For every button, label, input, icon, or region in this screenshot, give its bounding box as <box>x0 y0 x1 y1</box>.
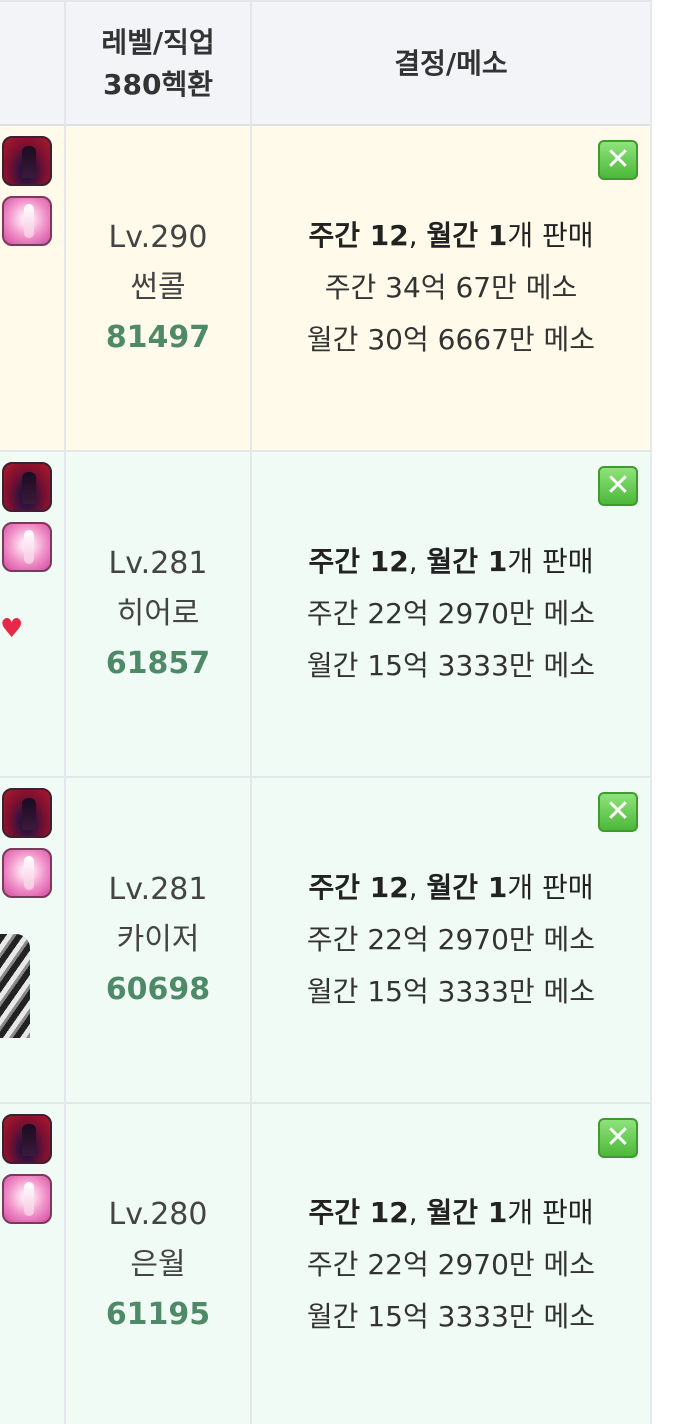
header-crystal-meso: 결정/메소 <box>252 2 650 126</box>
header-level-job: 레벨/직업 380헥환 <box>66 2 250 126</box>
crystal-meso-cell: 주간 12, 월간 1개 판매 주간 34억 67만 메소 월간 30억 666… <box>252 126 650 450</box>
job-text: 썬콜 <box>130 270 186 305</box>
level-job-cell: Lv.281 히어로 61857 <box>66 452 250 776</box>
monthly-meso-text: 월간 15억 3333만 메소 <box>306 975 596 1008</box>
monthly-meso-text: 월간 30억 6667만 메소 <box>306 323 596 356</box>
dark-cape-icon <box>2 136 52 186</box>
pink-weapon-icon <box>2 1174 52 1224</box>
weekly-meso-text: 주간 34억 67만 메소 <box>324 271 578 304</box>
crystal-meso-cell: 주간 12, 월간 1개 판매 주간 22억 2970만 메소 월간 15억 3… <box>252 1104 650 1426</box>
job-text: 카이저 <box>116 922 200 957</box>
column-divider <box>250 0 252 1424</box>
table-header: 레벨/직업 380헥환 결정/메소 <box>0 0 650 126</box>
sale-count-line: 주간 12, 월간 1개 판매 <box>308 1196 594 1229</box>
weekly-meso-text: 주간 22억 2970만 메소 <box>306 923 596 956</box>
table-row: Lv.290 썬콜 81497 ✕ 주간 12, 월간 1개 판매 주간 34억… <box>0 126 650 452</box>
sale-count-line: 주간 12, 월간 1개 판매 <box>308 871 594 904</box>
score-text: 81497 <box>105 320 211 355</box>
table-right-border <box>650 0 652 1424</box>
level-job-cell: Lv.281 카이저 60698 <box>66 778 250 1102</box>
table-row: Lv.281 카이저 60698 ✕ 주간 12, 월간 1개 판매 주간 22… <box>0 778 650 1104</box>
level-text: Lv.281 <box>108 546 208 581</box>
monthly-meso-text: 월간 15억 3333만 메소 <box>306 649 596 682</box>
level-text: Lv.280 <box>108 1197 208 1232</box>
dark-cape-icon <box>2 788 52 838</box>
crystal-sales-table: 레벨/직업 380헥환 결정/메소 Lv.290 썬콜 81497 ✕ 주간 1… <box>0 0 650 1424</box>
dark-cape-icon <box>2 462 52 512</box>
header-hexa-label: 380헥환 <box>103 68 213 101</box>
monthly-meso-text: 월간 15억 3333만 메소 <box>306 1300 596 1333</box>
pink-weapon-icon <box>2 522 52 572</box>
job-text: 은월 <box>130 1247 186 1282</box>
column-divider <box>64 0 66 1424</box>
weekly-meso-text: 주간 22억 2970만 메소 <box>306 1248 596 1281</box>
striped-item-icon <box>0 934 30 1038</box>
heart-icon: ♥ <box>0 614 24 644</box>
level-text: Lv.290 <box>108 220 208 255</box>
level-job-cell: Lv.280 은월 61195 <box>66 1104 250 1426</box>
weekly-meso-text: 주간 22억 2970만 메소 <box>306 597 596 630</box>
header-crystal-meso-label: 결정/메소 <box>394 47 508 80</box>
level-text: Lv.281 <box>108 872 208 907</box>
sale-count-line: 주간 12, 월간 1개 판매 <box>308 545 594 578</box>
table-row: Lv.280 은월 61195 ✕ 주간 12, 월간 1개 판매 주간 22억… <box>0 1104 650 1424</box>
header-level-job-label: 레벨/직업 <box>101 26 215 59</box>
score-text: 61857 <box>105 646 211 681</box>
pink-weapon-icon <box>2 196 52 246</box>
pink-weapon-icon <box>2 848 52 898</box>
score-text: 60698 <box>105 972 211 1007</box>
job-text: 히어로 <box>116 596 200 631</box>
dark-cape-icon <box>2 1114 52 1164</box>
level-job-cell: Lv.290 썬콜 81497 <box>66 126 250 450</box>
crystal-meso-cell: 주간 12, 월간 1개 판매 주간 22억 2970만 메소 월간 15억 3… <box>252 452 650 776</box>
crystal-meso-cell: 주간 12, 월간 1개 판매 주간 22억 2970만 메소 월간 15억 3… <box>252 778 650 1102</box>
sale-count-line: 주간 12, 월간 1개 판매 <box>308 219 594 252</box>
score-text: 61195 <box>105 1297 211 1332</box>
table-row: ♥ Lv.281 히어로 61857 ✕ 주간 12, 월간 1개 판매 주간 … <box>0 452 650 778</box>
